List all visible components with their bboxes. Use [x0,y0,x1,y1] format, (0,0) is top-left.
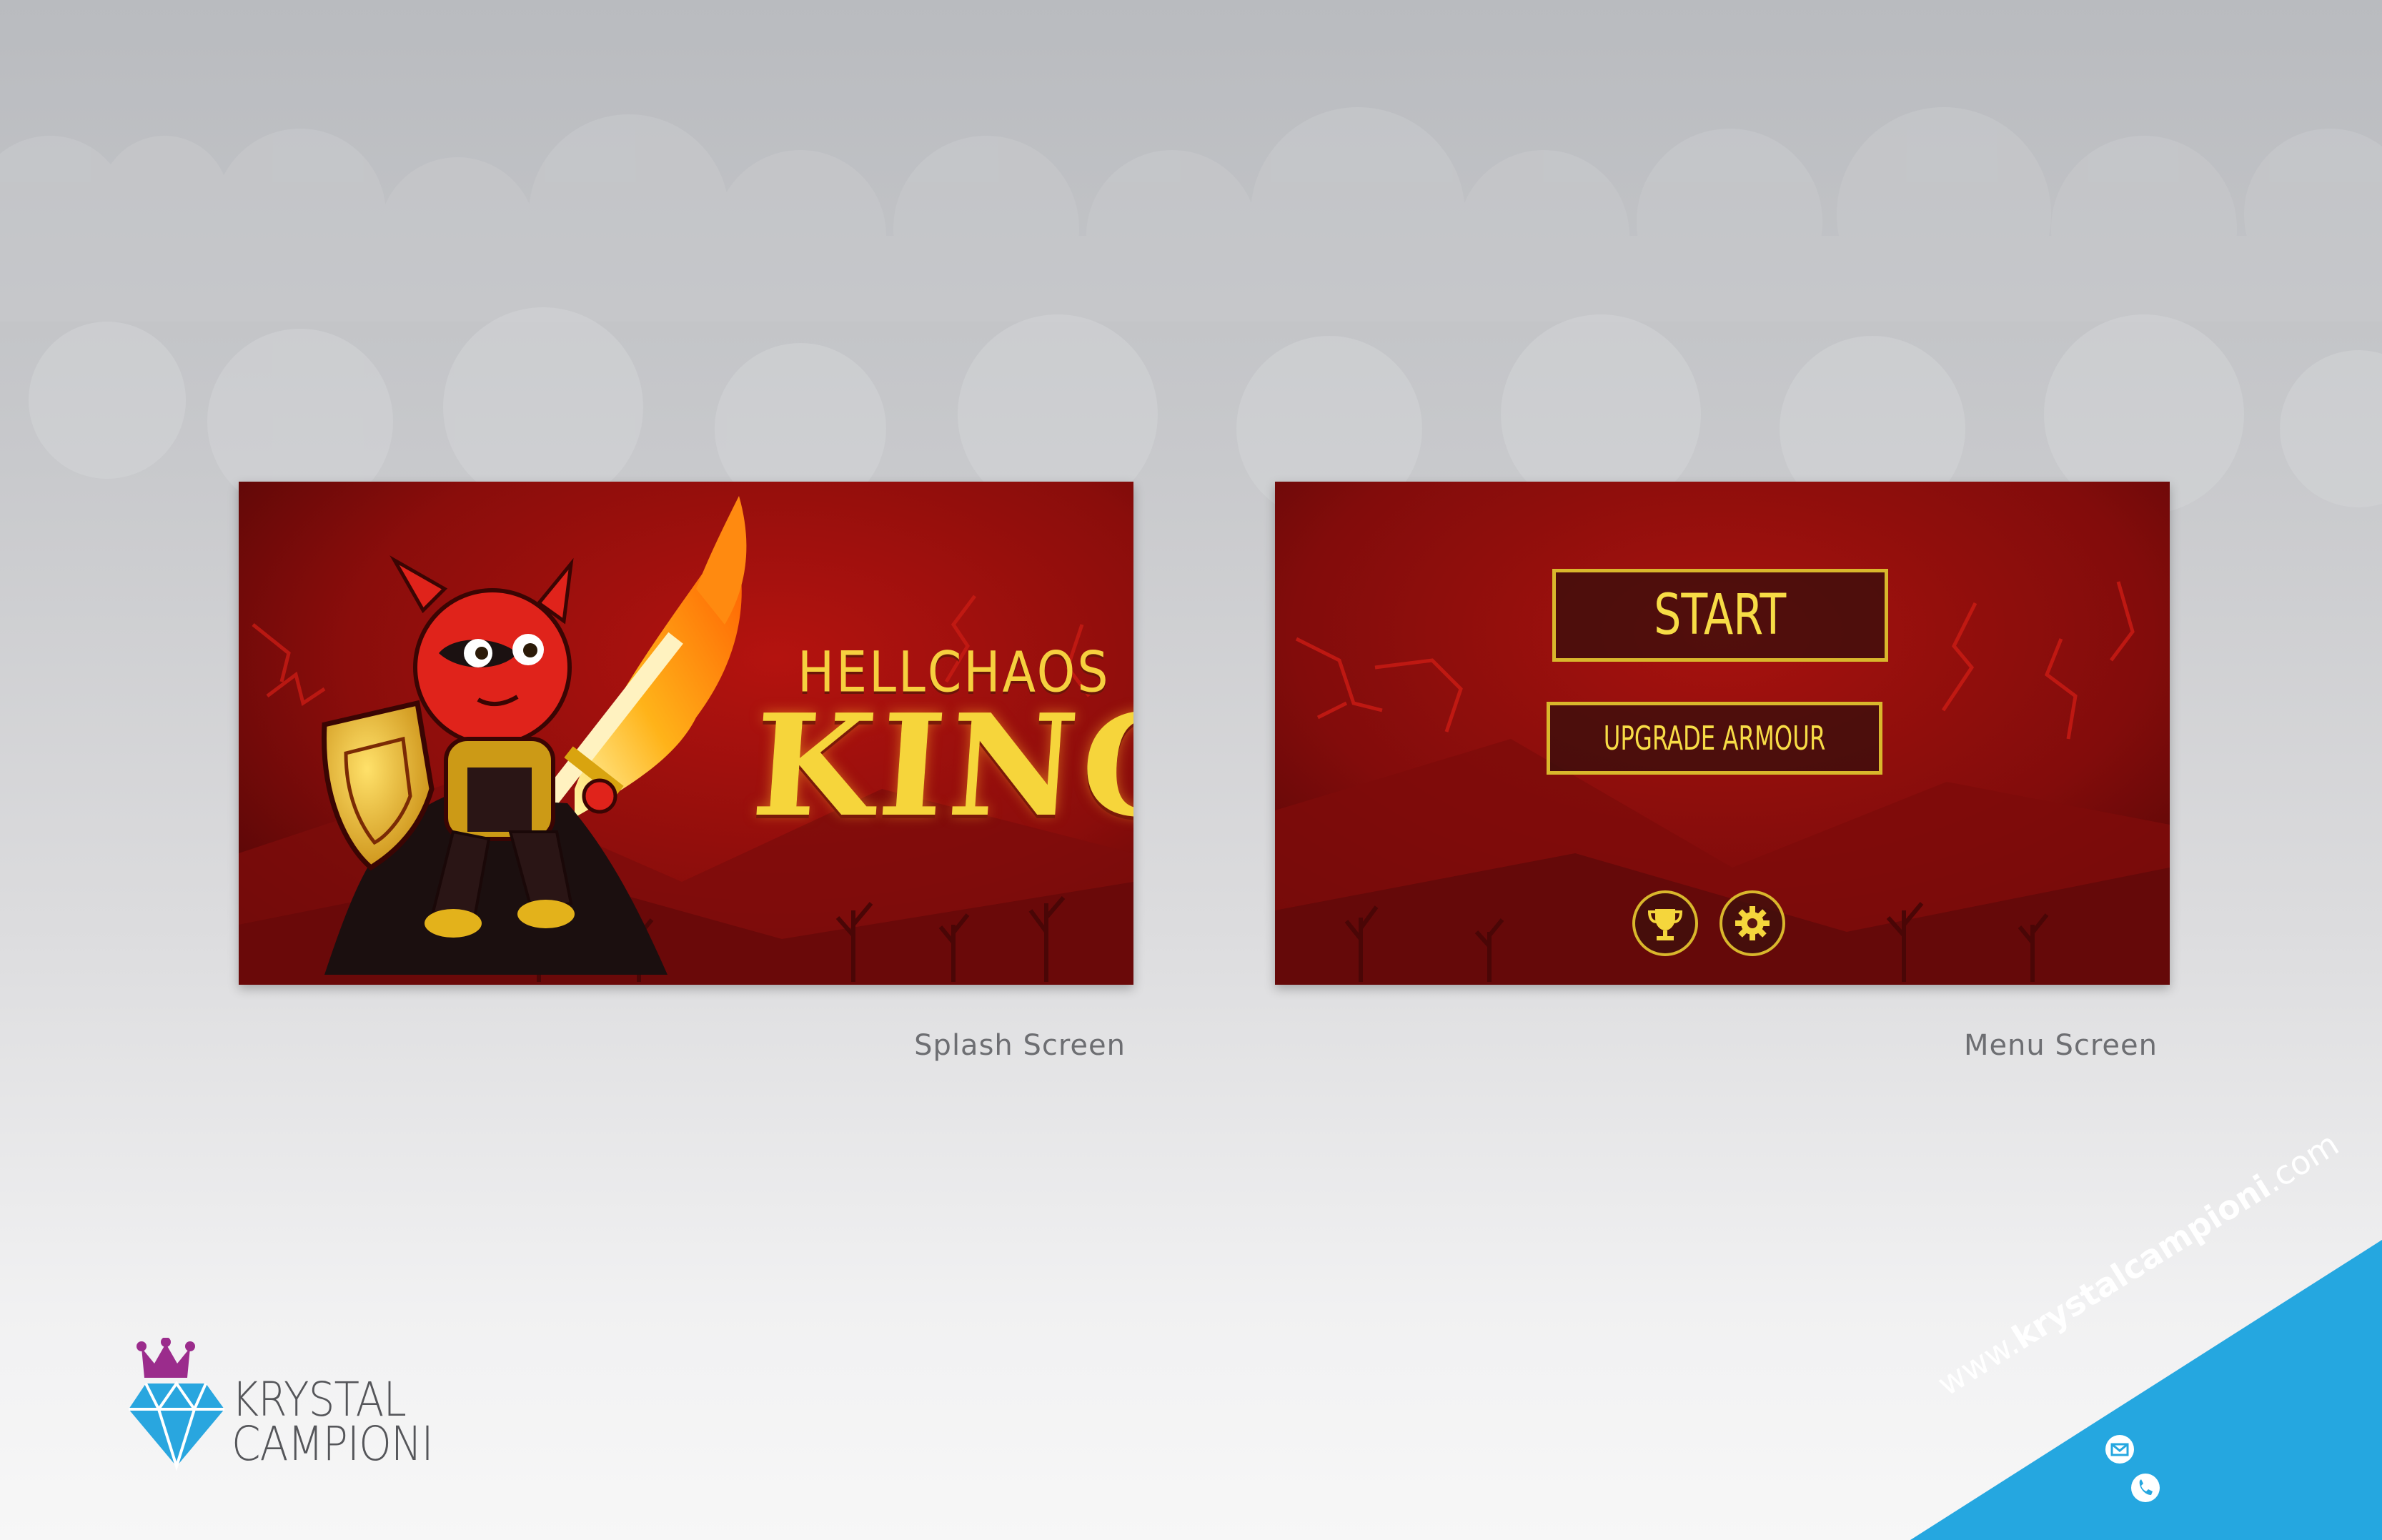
crown-diamond-icon [129,1338,224,1471]
blue-corner-banner [1910,1240,2382,1540]
upgrade-armour-button[interactable]: UPGRADE ARMOUR [1547,702,1882,775]
menu-screen: START UPGRADE ARMOUR [1275,482,2170,985]
settings-button[interactable] [1719,890,1785,956]
background-clouds [0,107,2382,522]
menu-screen-caption: Menu Screen [1963,1029,2158,1062]
splash-title-big: KING [747,684,1133,848]
start-button[interactable]: START [1552,569,1888,662]
start-button-label: START [1654,583,1787,647]
splash-screen-caption: Splash Screen [914,1029,1126,1062]
mail-icon[interactable] [2104,1434,2135,1465]
phone-icon[interactable] [2130,1472,2161,1504]
website-suffix: .com [2256,1124,2346,1201]
trophy-button[interactable] [1632,890,1698,956]
logo-line2: CAMPIONI [232,1416,434,1471]
upgrade-armour-button-label: UPGRADE ARMOUR [1603,719,1826,757]
logo-wordmark: KRYSTAL CAMPIONI [232,1372,460,1471]
splash-screen: HELLCHAOS KING [239,482,1133,985]
krystal-campioni-logo: KRYSTAL CAMPIONI [126,1338,469,1474]
trophy-icon [1647,909,1683,940]
logo-line1: KRYSTAL [232,1372,407,1427]
gear-icon [1735,906,1770,940]
